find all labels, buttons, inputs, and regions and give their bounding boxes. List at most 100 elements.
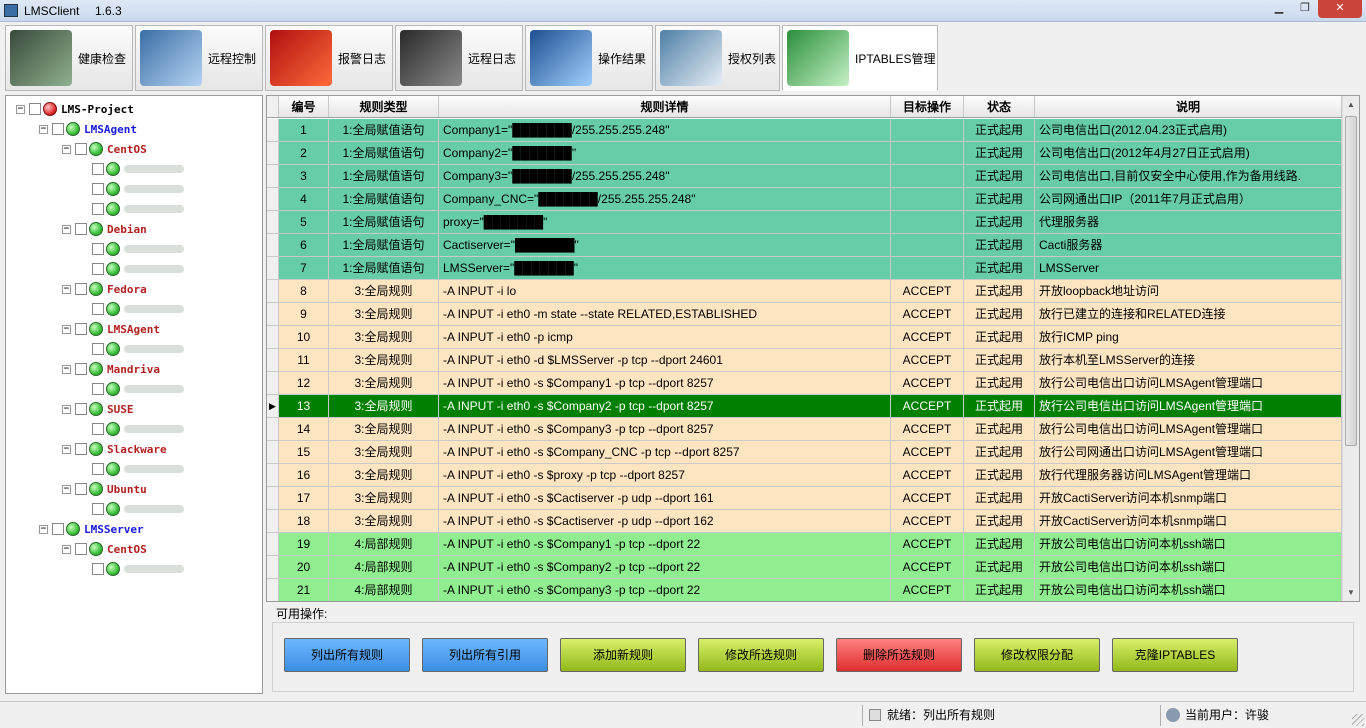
table-row[interactable]: 10 3:全局规则 -A INPUT -i eth0 -p icmp ACCEPT 正式…	[267, 326, 1342, 349]
table-row[interactable]: ▶ 13 3:全局规则 -A INPUT -i eth0 -s $Company2 -…	[267, 395, 1342, 418]
table-row[interactable]: 19 4:局部规则 -A INPUT -i eth0 -s $Company1 -p…	[267, 533, 1342, 556]
tree-node[interactable]: − LMSServer	[39, 520, 144, 538]
tree-checkbox[interactable]	[92, 503, 104, 515]
row-header[interactable]	[267, 326, 279, 348]
col-header-desc[interactable]: 说明	[1035, 96, 1342, 117]
tree-checkbox[interactable]	[92, 203, 104, 215]
tree-node[interactable]	[86, 460, 184, 478]
row-header[interactable]	[267, 257, 279, 279]
table-row[interactable]: 11 3:全局规则 -A INPUT -i eth0 -d $LMSServer -…	[267, 349, 1342, 372]
expand-toggle-icon[interactable]: −	[16, 104, 25, 114]
op-button-2[interactable]: 添加新规则	[560, 638, 686, 672]
scroll-thumb[interactable]	[1345, 116, 1357, 446]
toolbar-tab-4[interactable]: 操作结果	[525, 25, 653, 91]
tree-node[interactable]: − Mandriva	[62, 360, 160, 378]
expand-toggle-icon[interactable]: −	[39, 524, 48, 534]
table-row[interactable]: 12 3:全局规则 -A INPUT -i eth0 -s $Company1 -p…	[267, 372, 1342, 395]
tree-checkbox[interactable]	[92, 303, 104, 315]
col-header-no[interactable]: 编号	[279, 96, 329, 117]
row-header[interactable]	[267, 487, 279, 509]
tree-node-root[interactable]: − LMS-Project	[16, 100, 134, 118]
tree-checkbox[interactable]	[75, 143, 87, 155]
row-header[interactable]	[267, 165, 279, 187]
toolbar-tab-6[interactable]: IPTABLES管理	[782, 25, 938, 91]
table-row[interactable]: 9 3:全局规则 -A INPUT -i eth0 -m state --state…	[267, 303, 1342, 326]
tree-checkbox[interactable]	[92, 163, 104, 175]
tree-node[interactable]	[86, 180, 184, 198]
row-header[interactable]	[267, 533, 279, 555]
op-button-3[interactable]: 修改所选规则	[698, 638, 824, 672]
tree-checkbox[interactable]	[75, 483, 87, 495]
expand-toggle-icon[interactable]: −	[62, 444, 71, 454]
tree-checkbox[interactable]	[92, 563, 104, 575]
tree-checkbox[interactable]	[75, 363, 87, 375]
table-row[interactable]: 18 3:全局规则 -A INPUT -i eth0 -s $Cactiserver…	[267, 510, 1342, 533]
tree-node[interactable]: − SUSE	[62, 400, 134, 418]
tree-checkbox[interactable]	[75, 323, 87, 335]
tree-node[interactable]	[86, 200, 184, 218]
minimize-icon[interactable]: ▁	[1266, 0, 1292, 18]
expand-toggle-icon[interactable]: −	[62, 484, 71, 494]
row-header[interactable]	[267, 119, 279, 141]
expand-toggle-icon[interactable]: −	[62, 324, 71, 334]
col-header-detail[interactable]: 规则详情	[439, 96, 891, 117]
table-row[interactable]: 15 3:全局规则 -A INPUT -i eth0 -s $Company_CNC…	[267, 441, 1342, 464]
tree-checkbox[interactable]	[52, 123, 64, 135]
tree-node[interactable]	[86, 300, 184, 318]
tree-node[interactable]	[86, 240, 184, 258]
expand-toggle-icon[interactable]: −	[39, 124, 48, 134]
resize-grip-icon[interactable]	[1352, 714, 1364, 726]
tree-checkbox[interactable]	[92, 463, 104, 475]
row-header[interactable]	[267, 280, 279, 302]
tree-node[interactable]: − LMSAgent	[39, 120, 137, 138]
tree-checkbox[interactable]	[92, 423, 104, 435]
tree-node[interactable]: − LMSAgent	[62, 320, 160, 338]
grid-scrollbar[interactable]: ▲ ▼	[1342, 96, 1359, 601]
col-header-type[interactable]: 规则类型	[329, 96, 439, 117]
tree-node[interactable]	[86, 560, 184, 578]
row-header[interactable]	[267, 188, 279, 210]
table-row[interactable]: 6 1:全局赋值语句 Cactiserver="███████" 正式起用 Cacti服…	[267, 234, 1342, 257]
tree-node[interactable]	[86, 160, 184, 178]
table-row[interactable]: 21 4:局部规则 -A INPUT -i eth0 -s $Company3 -p…	[267, 579, 1342, 601]
tree-node[interactable]: − CentOS	[62, 540, 147, 558]
row-header[interactable]	[267, 441, 279, 463]
op-button-5[interactable]: 修改权限分配	[974, 638, 1100, 672]
tree-checkbox[interactable]	[75, 443, 87, 455]
tree-node[interactable]	[86, 380, 184, 398]
host-tree[interactable]: − LMS-Project − LMSAgent − CentOS − Debian − Fedo…	[5, 95, 263, 694]
tree-checkbox[interactable]	[92, 343, 104, 355]
tree-node[interactable]: − Slackware	[62, 440, 167, 458]
maximize-icon[interactable]: ❐	[1292, 0, 1318, 18]
row-header[interactable]	[267, 234, 279, 256]
tree-checkbox[interactable]	[75, 283, 87, 295]
close-icon[interactable]: ✕	[1318, 0, 1362, 18]
table-row[interactable]: 8 3:全局规则 -A INPUT -i lo ACCEPT 正式起用 开放loopbac…	[267, 280, 1342, 303]
col-header-status[interactable]: 状态	[964, 96, 1035, 117]
table-row[interactable]: 14 3:全局规则 -A INPUT -i eth0 -s $Company3 -p…	[267, 418, 1342, 441]
tree-checkbox[interactable]	[75, 223, 87, 235]
op-button-4[interactable]: 删除所选规则	[836, 638, 962, 672]
toolbar-tab-2[interactable]: 报警日志	[265, 25, 393, 91]
table-row[interactable]: 3 1:全局赋值语句 Company3="███████/255.255.255.2…	[267, 165, 1342, 188]
expand-toggle-icon[interactable]: −	[62, 404, 71, 414]
tree-checkbox[interactable]	[92, 243, 104, 255]
scroll-up-icon[interactable]: ▲	[1343, 96, 1359, 113]
tree-checkbox[interactable]	[92, 383, 104, 395]
row-header[interactable]	[267, 211, 279, 233]
row-header[interactable]	[267, 556, 279, 578]
op-button-0[interactable]: 列出所有规则	[284, 638, 410, 672]
table-row[interactable]: 2 1:全局赋值语句 Company2="███████" 正式起用 公司电信出口(20…	[267, 142, 1342, 165]
row-header[interactable]	[267, 303, 279, 325]
row-header[interactable]	[267, 464, 279, 486]
tree-node[interactable]: − CentOS	[62, 140, 147, 158]
op-button-6[interactable]: 克隆IPTABLES	[1112, 638, 1238, 672]
expand-toggle-icon[interactable]: −	[62, 144, 71, 154]
tree-checkbox[interactable]	[52, 523, 64, 535]
table-row[interactable]: 4 1:全局赋值语句 Company_CNC="███████/255.255.25…	[267, 188, 1342, 211]
toolbar-tab-1[interactable]: 远程控制	[135, 25, 263, 91]
row-header[interactable]: ▶	[267, 395, 279, 417]
table-row[interactable]: 16 3:全局规则 -A INPUT -i eth0 -s $proxy -p tc…	[267, 464, 1342, 487]
col-header-target[interactable]: 目标操作	[891, 96, 964, 117]
tree-node[interactable]: − Ubuntu	[62, 480, 147, 498]
